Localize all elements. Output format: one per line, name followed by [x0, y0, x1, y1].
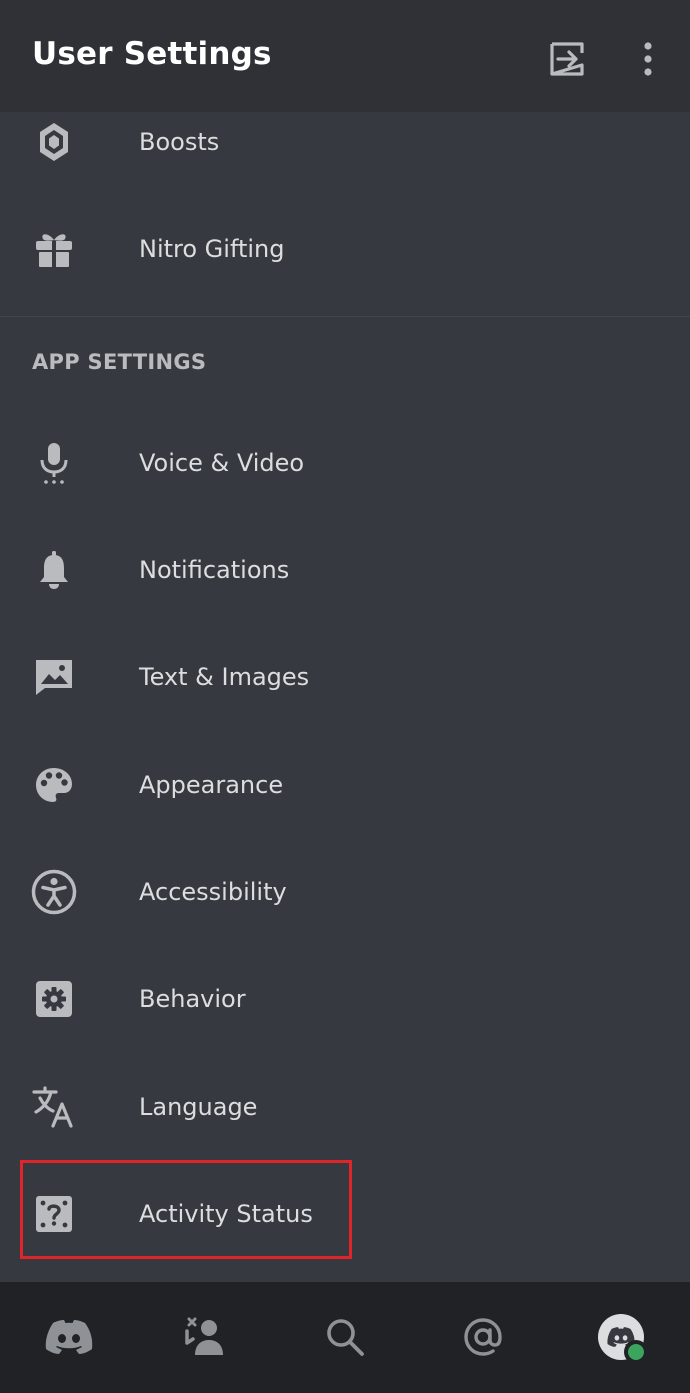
- settings-item-text-images[interactable]: Text & Images: [0, 623, 690, 730]
- settings-item-label: Nitro Gifting: [139, 234, 285, 263]
- online-status-indicator: [624, 1340, 648, 1364]
- palette-icon: [26, 757, 82, 813]
- image-icon: [26, 649, 82, 705]
- more-options-button[interactable]: [618, 30, 678, 88]
- settings-item-accessibility[interactable]: Accessibility: [0, 838, 690, 945]
- highlight-box: [20, 1160, 352, 1259]
- friends-tab[interactable]: [172, 1307, 242, 1367]
- logout-icon: [550, 42, 584, 76]
- settings-item-label: Language: [139, 1092, 258, 1121]
- search-tab[interactable]: [310, 1307, 380, 1367]
- settings-item-label: Boosts: [139, 127, 220, 156]
- settings-item-notifications[interactable]: Notifications: [0, 516, 690, 623]
- boost-icon: [26, 114, 82, 170]
- gift-icon: [26, 221, 82, 277]
- settings-item-language[interactable]: Language: [0, 1053, 690, 1160]
- settings-item-label: Voice & Video: [139, 448, 305, 477]
- settings-item-boosts[interactable]: Boosts: [0, 88, 690, 195]
- friends-icon: [185, 1317, 223, 1355]
- gear-icon: [26, 971, 82, 1027]
- home-tab[interactable]: [34, 1307, 104, 1367]
- search-icon: [327, 1319, 364, 1356]
- translate-icon: [26, 1079, 82, 1135]
- settings-item-label: Behavior: [139, 984, 246, 1013]
- settings-item-label: Text & Images: [139, 662, 310, 691]
- accessibility-icon: [26, 864, 82, 920]
- bottom-tab-bar: [0, 1282, 690, 1393]
- section-divider: [0, 316, 690, 317]
- settings-item-appearance[interactable]: Appearance: [0, 731, 690, 838]
- mentions-tab[interactable]: [448, 1307, 518, 1367]
- microphone-icon: [26, 435, 82, 491]
- settings-item-label: Accessibility: [139, 877, 287, 906]
- at-sign-icon: [464, 1318, 502, 1356]
- logout-button[interactable]: [537, 30, 597, 88]
- more-vertical-icon: [644, 42, 652, 76]
- avatar: [598, 1314, 648, 1364]
- settings-item-behavior[interactable]: Behavior: [0, 945, 690, 1052]
- settings-item-label: Appearance: [139, 770, 284, 799]
- settings-item-label: Notifications: [139, 555, 290, 584]
- settings-item-voice-video[interactable]: Voice & Video: [0, 409, 690, 516]
- section-header-app-settings: APP SETTINGS: [32, 350, 207, 374]
- profile-tab[interactable]: [586, 1307, 656, 1367]
- settings-item-nitro-gifting[interactable]: Nitro Gifting: [0, 195, 690, 302]
- page-title: User Settings: [32, 36, 272, 72]
- bell-icon: [26, 542, 82, 598]
- discord-logo-icon: [45, 1320, 93, 1354]
